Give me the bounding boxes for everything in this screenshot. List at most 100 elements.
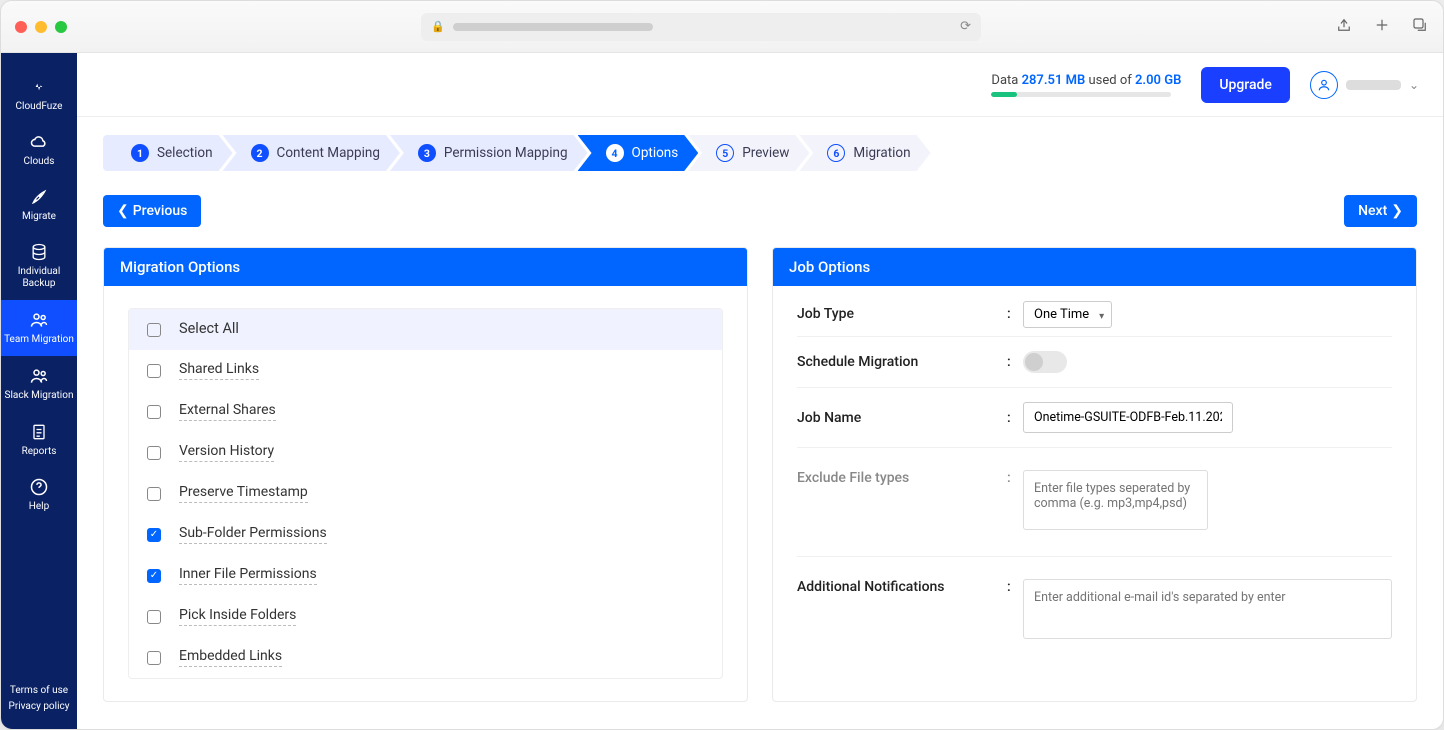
option-label: External Shares (179, 402, 276, 421)
option-label: Sub-Folder Permissions (179, 525, 327, 544)
window-maximize-icon[interactable] (55, 21, 67, 33)
sidebar-footer: Terms of use Privacy policy (5, 673, 74, 729)
notify-input[interactable] (1023, 579, 1392, 639)
job-options-panel: Job Options Job Type : One Time (772, 247, 1417, 702)
step-content-mapping[interactable]: 2Content Mapping (223, 135, 400, 171)
option-row: Preserve Timestamp (129, 473, 722, 514)
sidebar-item-migrate[interactable]: Migrate (1, 177, 77, 232)
option-checkbox[interactable] (147, 323, 161, 337)
window-minimize-icon[interactable] (35, 21, 47, 33)
schedule-label: Schedule Migration (797, 354, 1007, 370)
cloud-icon (29, 132, 49, 152)
terms-link[interactable]: Terms of use (9, 683, 70, 699)
usage-bar (991, 92, 1171, 97)
job-type-value: One Time (1023, 301, 1112, 328)
window-close-icon[interactable] (15, 21, 27, 33)
option-row: Sub-Folder Permissions (129, 514, 722, 555)
option-checkbox[interactable] (147, 364, 161, 378)
brand-icon (29, 77, 49, 97)
job-name-label: Job Name (797, 410, 1007, 426)
option-checkbox[interactable] (147, 446, 161, 460)
sidebar-item-slack-migration[interactable]: Slack Migration (1, 356, 77, 412)
avatar-icon (1310, 71, 1338, 99)
sidebar-item-team-migration[interactable]: Team Migration (1, 300, 77, 356)
tabs-icon[interactable] (1411, 16, 1429, 38)
option-label: Inner File Permissions (179, 566, 317, 585)
option-checkbox[interactable] (147, 487, 161, 501)
option-label: Embedded Links (179, 648, 282, 667)
option-label: Version History (179, 443, 274, 462)
option-checkbox[interactable] (147, 651, 161, 665)
report-icon (29, 422, 49, 442)
option-label: Shared Links (179, 361, 259, 380)
exclude-input[interactable] (1023, 470, 1208, 530)
schedule-toggle[interactable] (1023, 351, 1067, 373)
brand: CloudFuze (1, 67, 77, 122)
stepper: 1Selection 2Content Mapping 3Permission … (103, 135, 1417, 171)
option-row: Inner File Permissions (129, 555, 722, 596)
database-icon (29, 242, 49, 262)
option-label: Select All (179, 320, 239, 339)
option-row: Shared Links (129, 350, 722, 391)
profile-name (1346, 80, 1401, 90)
reload-icon[interactable]: ⟳ (960, 19, 971, 34)
option-label: Preserve Timestamp (179, 484, 308, 503)
sidebar: CloudFuze Clouds Migrate Individual Back… (1, 53, 77, 729)
option-checkbox[interactable] (147, 610, 161, 624)
chevron-right-icon: ❯ (1391, 203, 1403, 219)
data-usage: Data 287.51 MB used of 2.00 GB (991, 73, 1181, 97)
step-selection[interactable]: 1Selection (103, 135, 233, 171)
option-row: Pick Inside Folders (129, 596, 722, 637)
usage-prefix: Data (991, 73, 1018, 88)
step-permission-mapping[interactable]: 3Permission Mapping (390, 135, 588, 171)
address-bar[interactable]: 🔒 ⟳ (421, 13, 981, 41)
option-checkbox[interactable] (147, 405, 161, 419)
chevron-left-icon: ❮ (117, 203, 129, 219)
team-icon (29, 366, 49, 386)
option-checkbox[interactable] (147, 569, 161, 583)
previous-button[interactable]: ❮Previous (103, 195, 201, 227)
panel-title: Job Options (773, 248, 1416, 286)
sidebar-item-label: Help (29, 501, 49, 512)
step-label: Content Mapping (277, 145, 380, 161)
migration-options-list: Select All Shared Links External Shares Ver… (128, 308, 723, 679)
brand-label: CloudFuze (16, 101, 63, 112)
browser-titlebar: 🔒 ⟳ (1, 1, 1443, 53)
notify-label: Additional Notifications (797, 579, 1007, 595)
step-preview[interactable]: 5Preview (688, 135, 809, 171)
url-placeholder (453, 23, 653, 31)
share-icon[interactable] (1335, 16, 1353, 38)
sidebar-item-individual-backup[interactable]: Individual Backup (1, 232, 77, 300)
step-label: Selection (157, 145, 213, 161)
sidebar-item-reports[interactable]: Reports (1, 412, 77, 467)
step-migration[interactable]: 6Migration (799, 135, 930, 171)
next-button[interactable]: Next❯ (1344, 195, 1417, 227)
upgrade-button[interactable]: Upgrade (1201, 67, 1290, 103)
team-icon (29, 310, 49, 330)
option-label: Pick Inside Folders (179, 607, 296, 626)
sidebar-item-label: Individual Backup (1, 266, 77, 290)
option-row: Embedded Links (129, 637, 722, 678)
new-tab-icon[interactable] (1373, 16, 1391, 38)
job-type-select[interactable]: One Time (1023, 306, 1112, 322)
usage-middle: used of (1089, 73, 1132, 88)
privacy-link[interactable]: Privacy policy (9, 699, 70, 715)
option-checkbox[interactable] (147, 528, 161, 542)
step-label: Permission Mapping (444, 145, 568, 161)
job-type-label: Job Type (797, 306, 1007, 322)
step-options[interactable]: 4Options (578, 135, 699, 171)
sidebar-item-label: Migrate (22, 211, 56, 222)
option-row: Version History (129, 432, 722, 473)
job-name-input[interactable] (1023, 402, 1233, 433)
sidebar-item-clouds[interactable]: Clouds (1, 122, 77, 177)
sidebar-item-label: Clouds (24, 156, 55, 167)
panel-title: Migration Options (104, 248, 747, 286)
sidebar-item-help[interactable]: Help (1, 467, 77, 522)
option-row: Select All (129, 309, 722, 350)
usage-total: 2.00 GB (1135, 73, 1181, 88)
rocket-icon (29, 187, 49, 207)
profile-menu[interactable]: ⌄ (1310, 71, 1419, 99)
option-row: External Shares (129, 391, 722, 432)
topbar: Data 287.51 MB used of 2.00 GB Upgrade ⌄ (77, 53, 1443, 117)
migration-options-panel: Migration Options Select All Shared Links… (103, 247, 748, 702)
